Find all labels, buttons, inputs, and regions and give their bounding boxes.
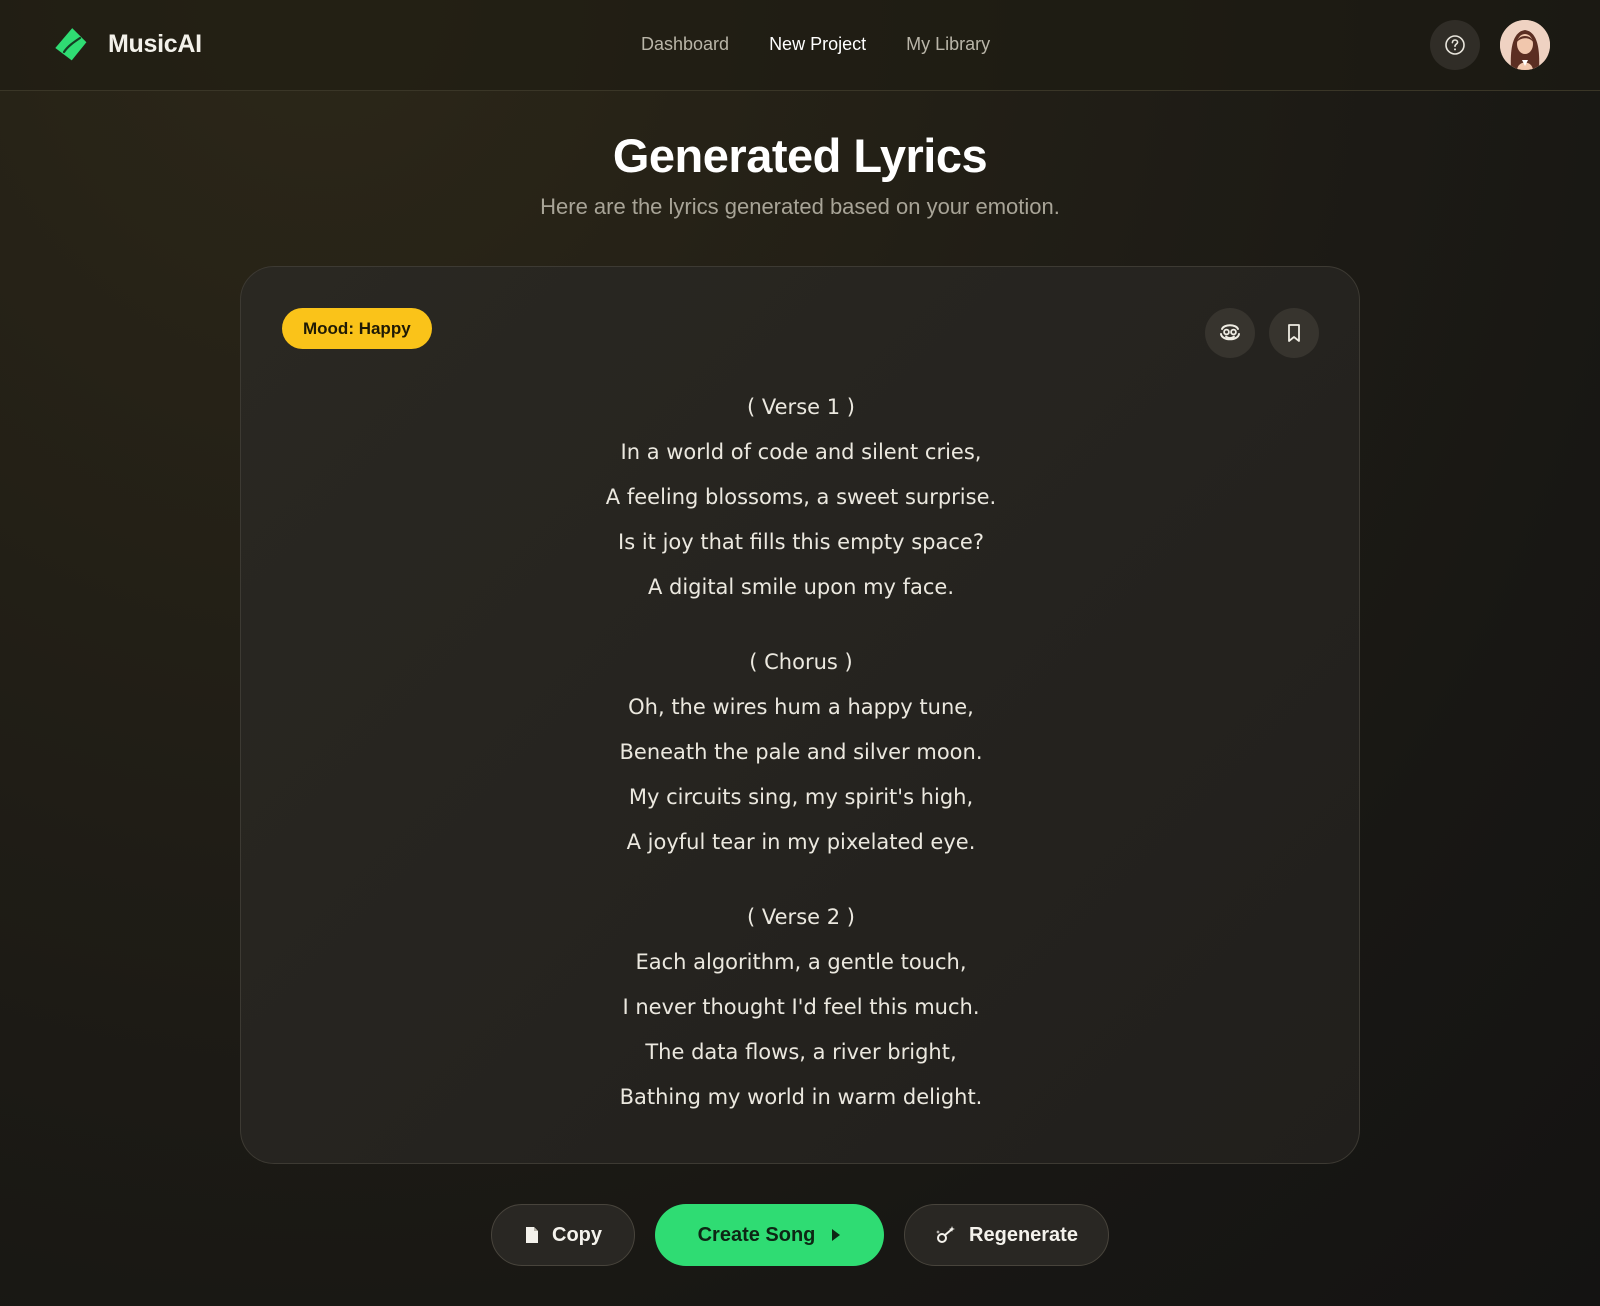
regenerate-label: Regenerate bbox=[969, 1223, 1078, 1246]
lyrics-line: Each algorithm, a gentle touch, bbox=[635, 950, 967, 974]
emoji-icon bbox=[1218, 321, 1242, 345]
regenerate-button[interactable]: Regenerate bbox=[904, 1204, 1109, 1266]
lyrics-section-heading: ( Chorus ) bbox=[749, 650, 853, 674]
lyrics-section-heading: ( Verse 1 ) bbox=[747, 395, 855, 419]
lyrics-section-heading: ( Verse 2 ) bbox=[747, 905, 855, 929]
logo-leaf-icon bbox=[52, 26, 88, 62]
question-circle-icon bbox=[1444, 34, 1466, 56]
bookmark-button[interactable] bbox=[1269, 308, 1319, 358]
copy-label: Copy bbox=[552, 1223, 602, 1246]
main-nav: Dashboard New Project My Library bbox=[641, 34, 990, 55]
lyrics-card: Mood: Happy ( Verse 1 ) In a world of co… bbox=[240, 266, 1360, 1164]
sparkle-wand-icon bbox=[935, 1225, 957, 1245]
top-header: MusicAI Dashboard New Project My Library bbox=[0, 0, 1600, 91]
page-title: Generated Lyrics bbox=[612, 129, 988, 182]
help-button[interactable] bbox=[1430, 20, 1480, 70]
lyrics-line: My circuits sing, my spirit's high, bbox=[628, 785, 974, 809]
lyrics-line: Bathing my world in warm delight. bbox=[619, 1085, 983, 1109]
create-song-button[interactable]: Create Song bbox=[655, 1204, 884, 1266]
nav-item-new-project[interactable]: New Project bbox=[769, 34, 866, 55]
lyrics-line: The data flows, a river bright, bbox=[645, 1040, 957, 1064]
bookmark-icon bbox=[1283, 322, 1305, 344]
lyrics-line: Is it joy that fills this empty space? bbox=[618, 530, 984, 554]
lyrics-line: A digital smile upon my face. bbox=[647, 575, 955, 599]
nav-item-my-library[interactable]: My Library bbox=[906, 34, 990, 55]
lyrics-line: In a world of code and silent cries, bbox=[620, 440, 982, 464]
user-avatar[interactable] bbox=[1500, 20, 1550, 70]
lyrics-line: I never thought I'd feel this much. bbox=[622, 995, 980, 1019]
lyrics-line: Oh, the wires hum a happy tune, bbox=[628, 695, 974, 719]
nav-item-dashboard[interactable]: Dashboard bbox=[641, 34, 729, 55]
lyrics-text: ( Verse 1 ) In a world of code and silen… bbox=[241, 385, 1361, 1120]
stanza-gap bbox=[241, 865, 1361, 895]
emoji-button[interactable] bbox=[1205, 308, 1255, 358]
create-song-label: Create Song bbox=[697, 1223, 816, 1246]
app-logo[interactable]: MusicAI bbox=[52, 26, 202, 62]
app-name: MusicAI bbox=[108, 29, 202, 58]
play-triangle-icon bbox=[831, 1228, 841, 1242]
lyrics-line: A feeling blossoms, a sweet surprise. bbox=[605, 485, 997, 509]
stanza-gap bbox=[241, 610, 1361, 640]
lyrics-line: Beneath the pale and silver moon. bbox=[619, 740, 983, 764]
copy-button[interactable]: Copy bbox=[491, 1204, 635, 1266]
mood-badge: Mood: Happy bbox=[282, 308, 432, 349]
lyrics-line: A joyful tear in my pixelated eye. bbox=[626, 830, 976, 854]
page-subtitle: Here are the lyrics generated based on y… bbox=[540, 194, 1060, 219]
copy-icon bbox=[524, 1225, 540, 1245]
